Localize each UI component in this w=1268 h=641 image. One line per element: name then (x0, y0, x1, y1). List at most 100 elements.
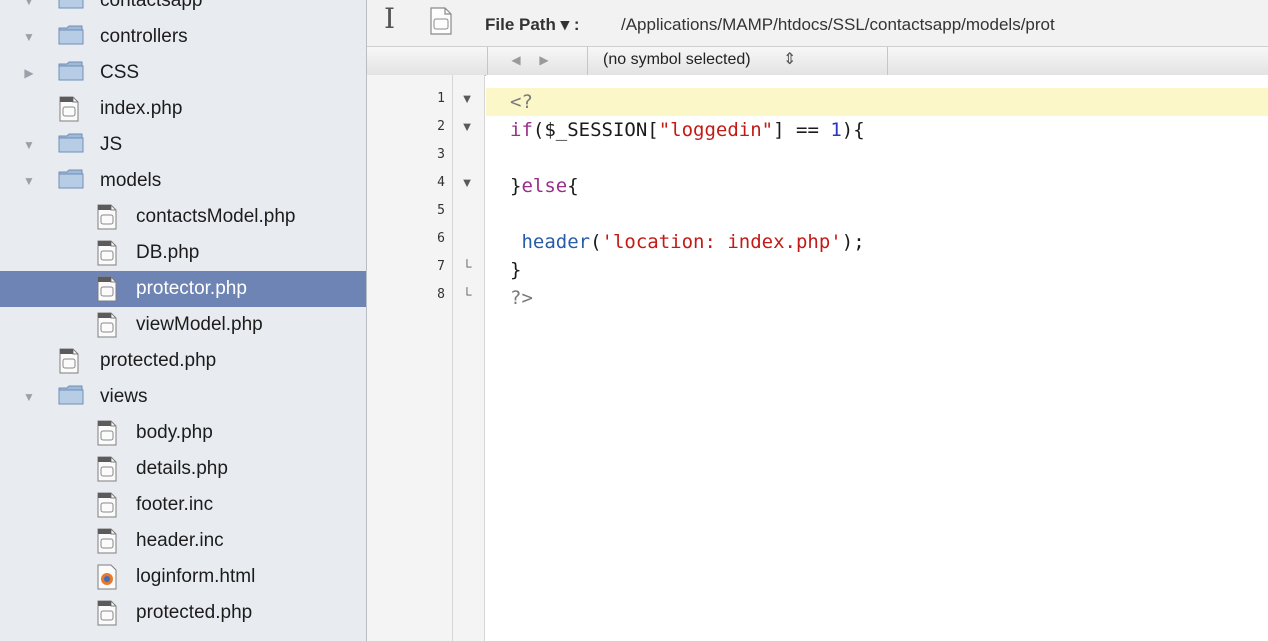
line-number: 3 (437, 147, 445, 162)
folder-icon (58, 384, 84, 410)
tree-item-label: footer.inc (136, 494, 214, 515)
file-row[interactable]: loginform.html (0, 559, 366, 595)
tree-item-label: CSS (100, 62, 140, 83)
triangle-left-icon[interactable]: ◀ (503, 50, 529, 70)
disclosure-expanded-icon[interactable]: ▼ (22, 390, 36, 404)
code-line[interactable]: }else{ (486, 172, 1268, 200)
code-token: header (510, 231, 591, 253)
code-line[interactable]: header('location: index.php'); (486, 228, 1268, 256)
file-row[interactable]: contactsModel.php (0, 199, 366, 235)
gutter-divider (484, 75, 485, 641)
php-file-icon (96, 420, 122, 446)
tree-item-label: contactsModel.php (136, 206, 296, 227)
tree-item-label: JS (100, 134, 123, 155)
folder-icon (58, 24, 84, 50)
php-file-icon (96, 312, 122, 338)
file-path-menu[interactable]: File Path ▾ : (485, 15, 580, 35)
code-token: 'location: index.php' (601, 231, 842, 253)
disclosure-expanded-icon[interactable]: ▼ (22, 0, 36, 8)
symbol-popup[interactable]: (no symbol selected) (603, 51, 751, 69)
file-row[interactable]: index.php (0, 91, 366, 127)
tree-item-label: viewModel.php (136, 314, 263, 335)
line-number: 5 (437, 203, 445, 218)
tree-item-label: contactsapp (100, 0, 203, 11)
code-token: ?> (510, 287, 533, 309)
tree-item-label: loginform.html (136, 566, 256, 587)
file-row[interactable]: DB.php (0, 235, 366, 271)
file-type-icon[interactable] (429, 7, 453, 40)
code-token: <? (510, 91, 533, 113)
tree-item-label: DB.php (136, 242, 200, 263)
folder-icon (58, 0, 84, 14)
php-file-icon (58, 96, 84, 122)
html-file-icon (96, 564, 122, 590)
tree-item-label: details.php (136, 458, 228, 479)
fold-open-icon[interactable]: ▼ (457, 175, 477, 190)
folder-row[interactable]: ▼ models (0, 163, 366, 199)
folder-icon (58, 132, 84, 158)
php-file-icon (58, 348, 84, 374)
fold-open-icon[interactable]: ▼ (457, 119, 477, 134)
code-token: ); (841, 231, 865, 253)
fold-end-icon[interactable]: └ (457, 287, 477, 302)
code-line[interactable] (486, 144, 1268, 172)
php-file-icon (96, 456, 122, 482)
file-row[interactable]: protected.php (0, 343, 366, 379)
project-navigator: ▼ contactsapp ▼ controllers ▶ CSS index.php ▼ JS… (0, 0, 367, 641)
code-editor[interactable]: <? if($_SESSION["loggedin"] == 1){}else{ … (486, 75, 1268, 641)
folder-row[interactable]: ▼ contactsapp (0, 0, 366, 19)
file-row[interactable]: details.php (0, 451, 366, 487)
file-row[interactable]: protected.php (0, 595, 366, 631)
disclosure-expanded-icon[interactable]: ▼ (22, 138, 36, 152)
code-line[interactable] (486, 200, 1268, 228)
disclosure-expanded-icon[interactable]: ▼ (22, 174, 36, 188)
code-token: } (510, 175, 522, 197)
folder-row[interactable]: ▼ JS (0, 127, 366, 163)
disclosure-expanded-icon[interactable]: ▼ (22, 30, 36, 44)
line-number: 1 (437, 91, 445, 106)
php-file-icon (96, 276, 122, 302)
file-row[interactable]: footer.inc (0, 487, 366, 523)
code-line[interactable]: ?> (486, 284, 1268, 312)
code-line[interactable]: if($_SESSION["loggedin"] == 1){ (486, 116, 1268, 144)
triangle-right-icon[interactable]: ▶ (531, 50, 557, 70)
tree-item-label: protected.php (136, 602, 253, 623)
code-token: else (521, 175, 568, 197)
line-number: 7 (437, 259, 445, 274)
gutter-divider (452, 75, 453, 641)
php-file-icon (96, 492, 122, 518)
folder-row[interactable]: ▼ views (0, 379, 366, 415)
updown-icon[interactable]: ⇕ (783, 49, 796, 69)
tree-item-label: protector.php (136, 278, 247, 299)
code-line[interactable]: } (486, 256, 1268, 284)
fold-end-icon[interactable]: └ (457, 259, 477, 274)
php-file-icon (96, 204, 122, 230)
tree-item-label: models (100, 170, 162, 191)
file-row[interactable]: body.php (0, 415, 366, 451)
line-number: 8 (437, 287, 445, 302)
file-row[interactable]: viewModel.php (0, 307, 366, 343)
file-row[interactable]: protector.php (0, 271, 366, 307)
disclosure-collapsed-icon[interactable]: ▶ (22, 66, 36, 80)
code-token: 1 (830, 119, 842, 141)
line-number: 2 (437, 119, 445, 134)
code-token: { (567, 175, 579, 197)
code-token: ($_SESSION[ (532, 119, 659, 141)
fold-open-icon[interactable]: ▼ (457, 91, 477, 106)
tree-item-label: header.inc (136, 530, 224, 551)
tree-item-label: body.php (136, 422, 213, 443)
file-path-value: /Applications/MAMP/htdocs/SSL/contactsap… (621, 15, 1055, 34)
jump-bar-divider (487, 47, 488, 75)
tree-item-label: index.php (100, 98, 183, 119)
file-row[interactable]: header.inc (0, 523, 366, 559)
code-token: if (510, 119, 533, 141)
text-cursor-icon[interactable]: I (384, 2, 395, 35)
line-number: 6 (437, 231, 445, 246)
code-line[interactable]: <? (486, 88, 1268, 116)
folder-row[interactable]: ▶ CSS (0, 55, 366, 91)
folder-row[interactable]: ▼ controllers (0, 19, 366, 55)
php-file-icon (96, 600, 122, 626)
code-token: } (510, 259, 522, 281)
tree-item-label: controllers (100, 26, 188, 47)
php-file-icon (96, 240, 122, 266)
